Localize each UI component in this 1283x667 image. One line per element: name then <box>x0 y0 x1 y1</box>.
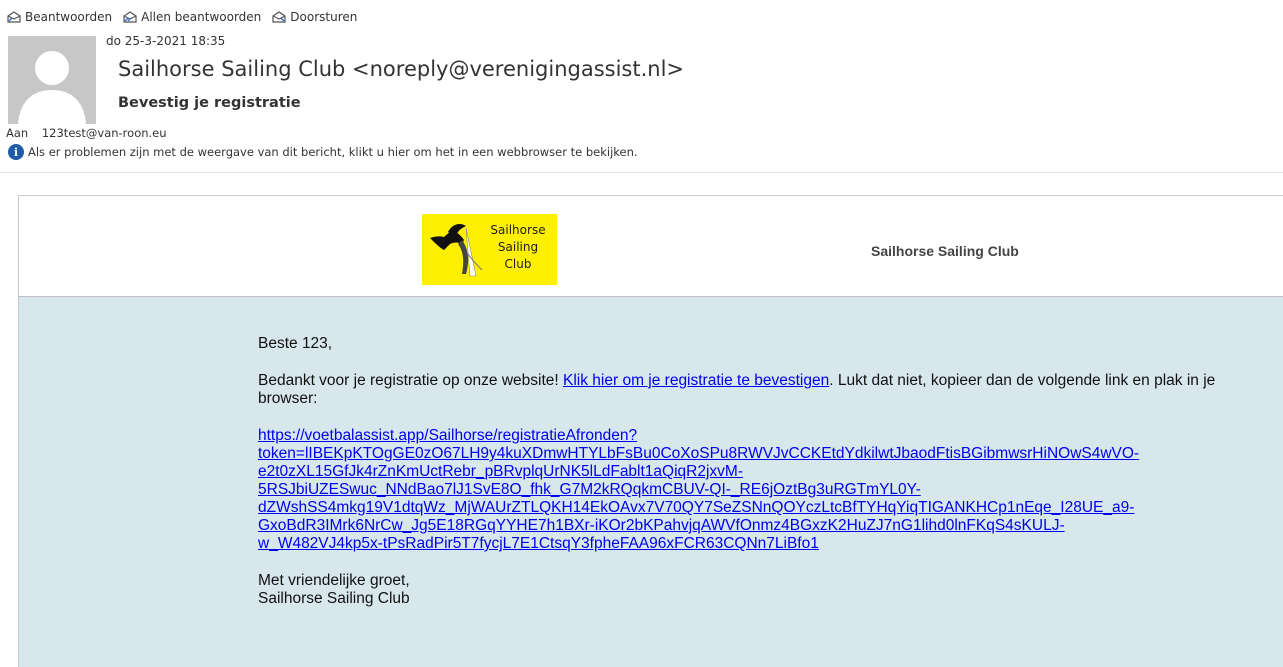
sender-avatar <box>8 36 96 124</box>
logo-line: Club <box>504 257 532 271</box>
header-divider <box>0 172 1283 173</box>
forward-label: Doorsturen <box>290 10 358 24</box>
message-toolbar: Beantwoorden Allen beantwoorden Doorstur… <box>6 10 357 24</box>
email-body-text: Beste 123, Bedankt voor je registratie o… <box>258 335 1248 608</box>
email-body: Beste 123, Bedankt voor je registratie o… <box>19 297 1283 667</box>
to-label: Aan <box>6 126 29 140</box>
info-icon: i <box>8 144 24 160</box>
signature: Sailhorse Sailing Club <box>258 590 410 607</box>
reply-icon <box>7 11 21 23</box>
greeting: Beste 123, <box>258 335 333 352</box>
message-date: do 25-3-2021 18:35 <box>106 34 226 48</box>
recipient-address[interactable]: 123test@van-roon.eu <box>42 126 167 140</box>
url-line: token=lIBEKpKTOgGE0zO67LH9y4kuXDmwHTYLbF… <box>258 445 1140 462</box>
message-subject: Bevestig je registratie <box>118 95 301 111</box>
closing: Met vriendelijke groet, <box>258 572 410 589</box>
url-line: dZWshSS4mkg19V1dtqWz_MjWAUrZTLQKH14EkOAv… <box>258 499 1135 516</box>
browser-view-notice-text: Als er problemen zijn met de weergave va… <box>28 145 638 159</box>
club-logo: Sailhorse Sailing Club <box>422 214 557 285</box>
url-line: e2t0zXL15GfJk4rZnKmUctRebr_pBRvplqUrNK5l… <box>258 463 743 480</box>
person-icon <box>18 51 86 124</box>
recipient-line: Aan 123test@van-roon.eu <box>6 126 167 140</box>
reply-all-icon <box>123 11 137 23</box>
logo-line: Sailing <box>497 240 539 254</box>
forward-icon <box>272 11 286 23</box>
url-line: GxoBdR3IMrk6NrCw_Jg5E18RGqYYHE7h1BXr-iKO… <box>258 517 1065 534</box>
sender-name[interactable]: Sailhorse Sailing Club <noreply@verenigi… <box>118 57 684 81</box>
url-line: 5RSJbiUZESwuc_NNdBao7lJ1SvE8O_fhk_G7M2kR… <box>258 481 921 498</box>
reply-button[interactable]: Beantwoorden <box>6 10 112 24</box>
logo-line: Sailhorse <box>490 223 546 237</box>
email-header: Sailhorse Sailing Club Sailhorse Sailing… <box>19 196 1283 297</box>
logo-text: Sailhorse Sailing Club <box>482 222 554 273</box>
browser-view-notice[interactable]: i Als er problemen zijn met de weergave … <box>8 144 638 160</box>
registration-url-link[interactable]: https://voetbalassist.app/Sailhorse/regi… <box>258 427 1248 553</box>
reply-all-label: Allen beantwoorden <box>141 10 262 24</box>
url-line: w_W482VJ4kp5x-tPsRadPir5T7fycjL7E1CtsqY3… <box>258 535 819 552</box>
url-line: https://voetbalassist.app/Sailhorse/regi… <box>258 427 638 444</box>
email-content: Sailhorse Sailing Club Sailhorse Sailing… <box>18 195 1283 667</box>
thanks-text: Bedankt voor je registratie op onze webs… <box>258 372 564 389</box>
confirm-registration-link[interactable]: Klik hier om je registratie te bevestige… <box>563 372 829 389</box>
reply-all-button[interactable]: Allen beantwoorden <box>122 10 261 24</box>
reply-label: Beantwoorden <box>25 10 113 24</box>
forward-button[interactable]: Doorsturen <box>271 10 357 24</box>
confirmation-paragraph: Bedankt voor je registratie op onze webs… <box>258 372 1248 408</box>
club-title: Sailhorse Sailing Club <box>871 243 1019 259</box>
